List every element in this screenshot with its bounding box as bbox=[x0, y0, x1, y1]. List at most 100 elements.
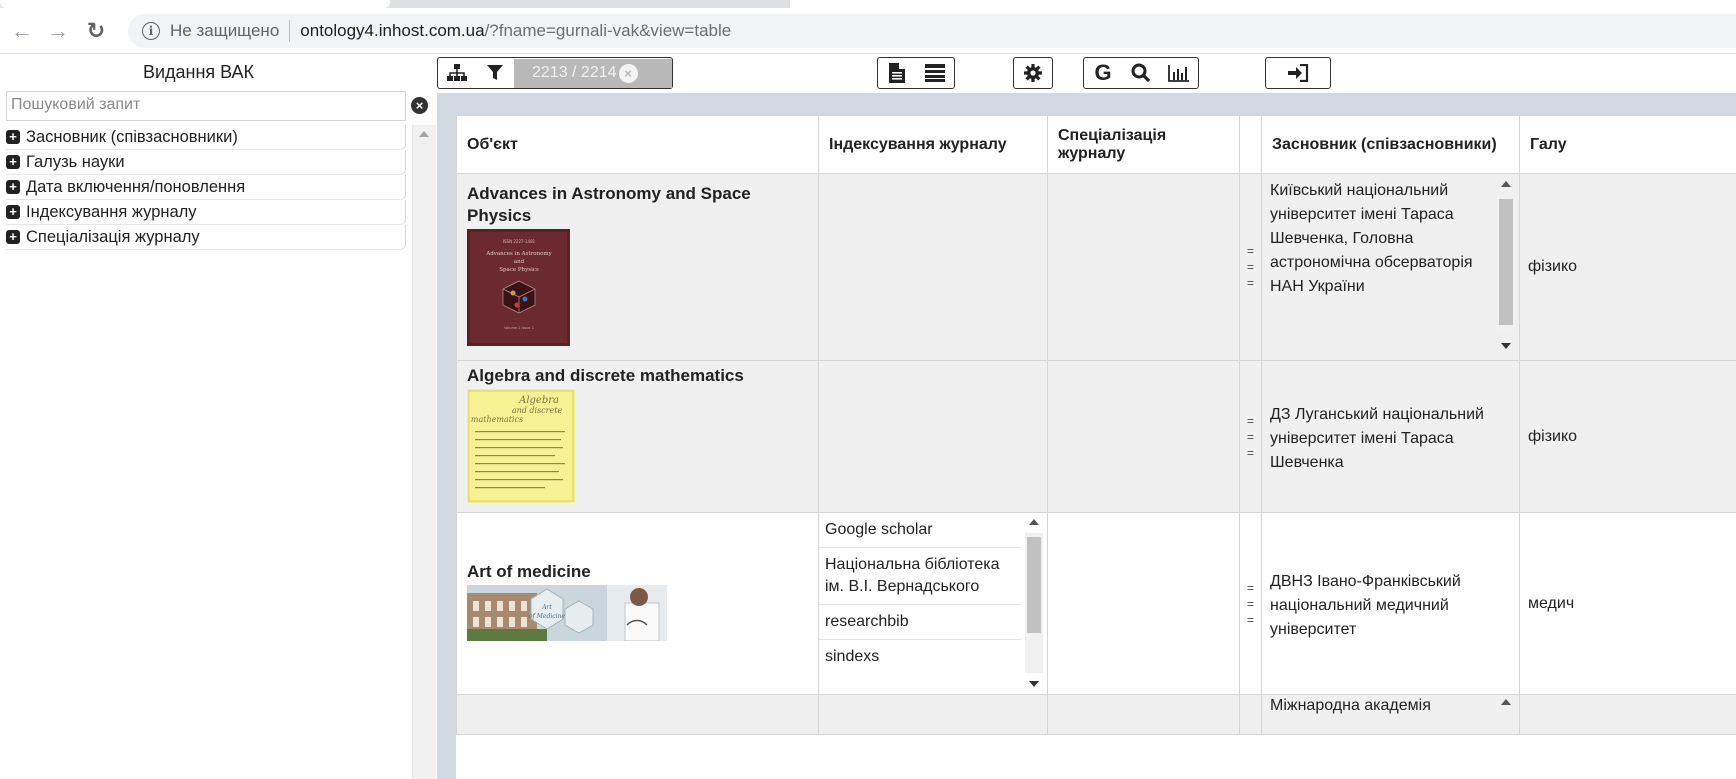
table-row: Advances in Astronomy and Space Physics … bbox=[456, 173, 1736, 361]
list-item: Google scholar bbox=[819, 513, 1021, 548]
column-header-object[interactable]: Об'єкт bbox=[456, 115, 819, 174]
settings-button[interactable] bbox=[1014, 59, 1052, 88]
list-item: Національна бібліотека ім. В.І. Вернадсь… bbox=[819, 548, 1021, 605]
facet-inclusion-date[interactable]: + Дата включення/поновлення bbox=[6, 175, 406, 200]
indexing-cell bbox=[818, 173, 1048, 361]
scroll-down-arrow-icon[interactable] bbox=[1029, 681, 1039, 687]
document-view-button[interactable] bbox=[878, 59, 916, 88]
login-group bbox=[1265, 57, 1331, 89]
google-icon: G bbox=[1094, 60, 1112, 85]
browser-tab[interactable] bbox=[790, 0, 1736, 8]
search-button[interactable] bbox=[1122, 59, 1160, 88]
reload-icon[interactable]: ↻ bbox=[82, 17, 110, 45]
filter-icon bbox=[487, 65, 503, 80]
facet-indexing[interactable]: + Індексування журналу bbox=[6, 200, 406, 225]
sign-in-icon bbox=[1288, 64, 1309, 82]
facet-label: Галузь науки bbox=[26, 152, 125, 171]
result-counter: 2213 / 2214 × bbox=[514, 58, 672, 88]
sitemap-icon bbox=[447, 64, 467, 81]
url-path: /?fname=gurnali-vak&view=table bbox=[484, 20, 732, 40]
scroll-up-arrow-icon[interactable] bbox=[1029, 519, 1039, 525]
specialization-cell bbox=[1047, 512, 1240, 695]
facet-science-field[interactable]: + Галузь науки bbox=[6, 150, 406, 175]
journal-cover-image[interactable]: Art of Medicine bbox=[467, 585, 808, 646]
field-cell: медич bbox=[1519, 512, 1736, 695]
column-header-specialization[interactable]: Спеціалізація журналу bbox=[1047, 115, 1240, 174]
separator-cell: = = = bbox=[1239, 173, 1262, 361]
header-label: Засновник (співзасновники) bbox=[1272, 135, 1497, 153]
search-tools-group: G bbox=[1083, 57, 1199, 89]
founder-text: Міжнародна академія bbox=[1270, 697, 1431, 714]
google-button[interactable]: G bbox=[1084, 59, 1122, 88]
clear-search-icon[interactable]: × bbox=[411, 97, 428, 114]
founder-cell: Київський національний університет імені… bbox=[1261, 173, 1520, 361]
security-status[interactable]: Не защищено bbox=[170, 21, 279, 41]
filter-button[interactable] bbox=[476, 59, 514, 88]
object-cell: Art of medicine Art of Medicine bbox=[456, 512, 819, 695]
facet-label: Дата включення/поновлення bbox=[26, 177, 246, 196]
specialization-cell bbox=[1047, 694, 1240, 735]
sidebar-scrollbar[interactable] bbox=[412, 125, 436, 779]
indexing-scrollbar[interactable] bbox=[1025, 519, 1043, 689]
field-cell bbox=[1519, 694, 1736, 735]
list-item: researchbib bbox=[819, 605, 1021, 640]
cover-volume: Volume 2 Issue 1 bbox=[504, 326, 534, 330]
layout-group bbox=[877, 57, 955, 89]
journal-title-link[interactable]: Advances in Astronomy and Space Physics bbox=[467, 183, 808, 227]
journal-cover-image[interactable]: Algebra and discrete mathematics bbox=[467, 389, 808, 508]
facet-list: + Засновник (співзасновники) + Галузь наук… bbox=[6, 125, 406, 250]
separator-cell: = = = bbox=[1239, 512, 1262, 695]
scroll-up-arrow-icon[interactable] bbox=[1501, 180, 1511, 187]
column-header-field[interactable]: Галу bbox=[1519, 115, 1736, 174]
column-header-founder[interactable]: Засновник (співзасновники) bbox=[1261, 115, 1520, 174]
expand-plus-icon: + bbox=[6, 230, 20, 244]
founder-cell: Міжнародна академія bbox=[1261, 694, 1520, 735]
back-arrow-icon[interactable]: ← bbox=[8, 17, 36, 45]
cover-title-line2: of Medicine bbox=[529, 613, 565, 620]
column-header-indexing[interactable]: Індексування журналу bbox=[818, 115, 1048, 174]
bar-chart-icon bbox=[1168, 65, 1189, 82]
content-area: Об'єкт Індексування журналу Спеціалізаці… bbox=[437, 93, 1736, 779]
cover-title-line1: Algebra bbox=[518, 395, 559, 406]
founder-cell: ДВНЗ Івано-Франківський національний мед… bbox=[1261, 512, 1520, 695]
results-table-container: Об'єкт Індексування журналу Спеціалізаці… bbox=[456, 115, 1736, 779]
journal-title-link[interactable]: Art of medicine bbox=[467, 561, 808, 583]
table-list-icon bbox=[925, 64, 945, 82]
browser-address-bar: ← → ↻ i Не защищено ontology4.inhost.com… bbox=[0, 8, 1736, 54]
specialization-cell bbox=[1047, 360, 1240, 513]
browser-tab-active[interactable] bbox=[0, 0, 390, 8]
scroll-up-arrow-icon[interactable] bbox=[1501, 699, 1511, 705]
indexing-list: Google scholar Національна бібліотека ім… bbox=[819, 513, 1047, 674]
separator-cell bbox=[1239, 694, 1262, 735]
object-cell bbox=[456, 694, 819, 735]
hierarchy-button[interactable] bbox=[438, 59, 476, 88]
url-input[interactable]: i Не защищено ontology4.inhost.com.ua/?f… bbox=[128, 13, 1736, 48]
scroll-down-arrow-icon[interactable] bbox=[1501, 342, 1511, 349]
counter-text: 2213 / 2214 bbox=[532, 64, 617, 81]
journal-title-link[interactable]: Algebra and discrete mathematics bbox=[467, 365, 808, 387]
search-input[interactable]: Пошуковий запит bbox=[6, 91, 406, 121]
clear-filter-icon[interactable]: × bbox=[618, 63, 638, 83]
journal-cover-image[interactable]: ISSN 2227-1481 Advances in Astronomy and… bbox=[467, 229, 808, 351]
founder-text: ДВНЗ Івано-Франківський національний мед… bbox=[1270, 572, 1461, 638]
table-row: Міжнародна академія bbox=[456, 694, 1736, 735]
results-table: Об'єкт Індексування журналу Спеціалізаці… bbox=[456, 115, 1736, 735]
facet-specialization[interactable]: + Спеціалізація журналу bbox=[6, 225, 406, 250]
list-item: sindexs bbox=[825, 648, 880, 665]
forward-arrow-icon[interactable]: → bbox=[44, 17, 72, 45]
table-view-button[interactable] bbox=[916, 59, 954, 88]
facet-founder[interactable]: + Засновник (співзасновники) bbox=[6, 125, 406, 150]
header-label: Індексування журналу bbox=[829, 135, 1007, 153]
indexing-cell bbox=[818, 360, 1048, 513]
expand-plus-icon: + bbox=[6, 180, 20, 194]
cover-title-line2: and bbox=[514, 259, 525, 265]
field-text: медич bbox=[1528, 594, 1575, 612]
object-cell: Algebra and discrete mathematics Algebra… bbox=[456, 360, 819, 513]
info-icon[interactable]: i bbox=[142, 21, 160, 40]
login-button[interactable] bbox=[1266, 59, 1330, 88]
chart-button[interactable] bbox=[1160, 59, 1198, 88]
scroll-up-arrow-icon[interactable] bbox=[419, 131, 429, 137]
expand-plus-icon: + bbox=[6, 130, 20, 144]
indexing-cell: Google scholar Національна бібліотека ім… bbox=[818, 512, 1048, 695]
founder-scrollbar[interactable] bbox=[1497, 180, 1515, 349]
